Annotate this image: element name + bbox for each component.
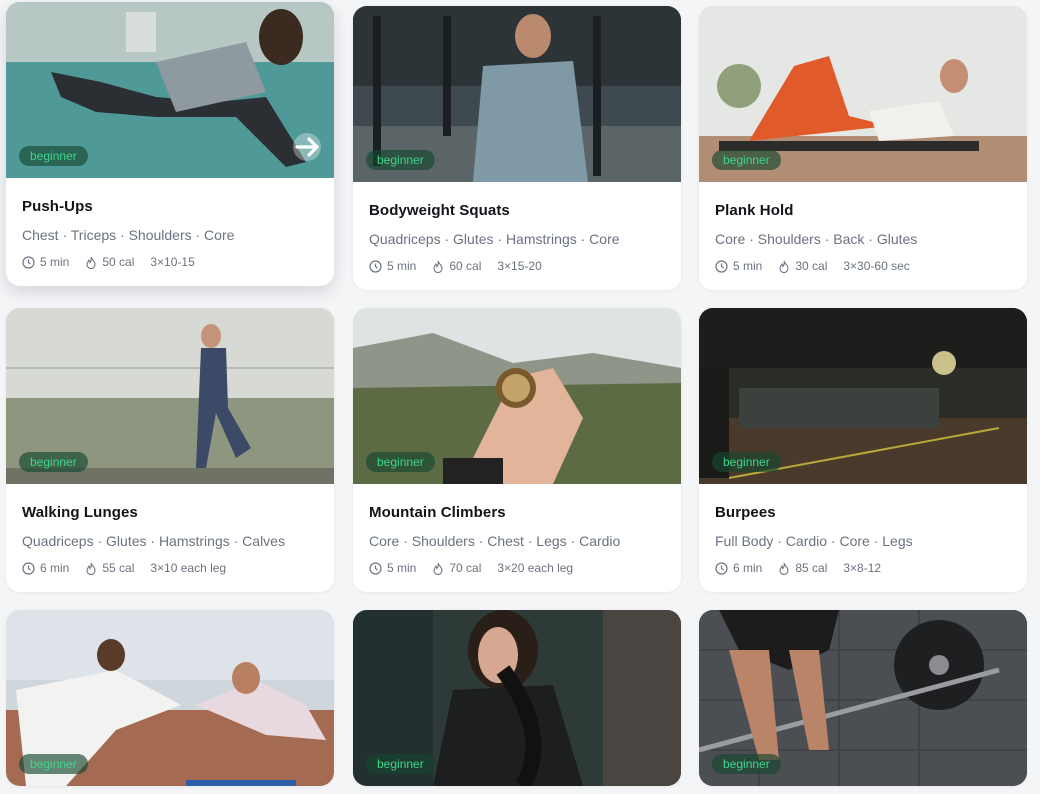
clock-icon (369, 259, 382, 273)
muscle-groups: Quadriceps · Glutes · Hamstrings · Calve… (22, 533, 285, 549)
muscle-groups: Chest · Triceps · Shoulders · Core (22, 227, 235, 243)
exercise-image: beginner (353, 308, 681, 484)
level-badge: beginner (712, 754, 781, 774)
exercise-image: beginner (6, 308, 334, 484)
exercise-card-battle-ropes[interactable]: beginner (353, 610, 681, 786)
exercise-image: beginner (699, 308, 1027, 484)
clock-icon (715, 259, 728, 273)
muscle-groups: Core · Shoulders · Chest · Legs · Cardio (369, 533, 621, 549)
exercise-card-plank-hold[interactable]: beginner Plank Hold Core · Shoulders · B… (699, 6, 1027, 290)
calories: 30 cal (795, 259, 828, 273)
exercise-image: beginner (6, 2, 334, 178)
exercise-title: Burpees (715, 504, 776, 521)
clock-icon (369, 561, 382, 575)
exercise-card-partner-pushups[interactable]: beginner (6, 610, 334, 786)
exercise-card-mountain-climbers[interactable]: beginner Mountain Climbers Core · Should… (353, 308, 681, 592)
exercise-card-burpees[interactable]: beginner Burpees Full Body · Cardio · Co… (699, 308, 1027, 592)
muscle-groups: Quadriceps · Glutes · Hamstrings · Core (369, 231, 620, 247)
exercise-image: beginner (6, 610, 334, 786)
open-arrow-button[interactable] (293, 133, 321, 161)
duration: 6 min (733, 561, 763, 575)
exercise-card-bodyweight-squats[interactable]: beginner Bodyweight Squats Quadriceps · … (353, 6, 681, 290)
clock-icon (715, 561, 728, 575)
duration: 5 min (40, 255, 70, 269)
exercise-meta: 6 min 55 cal 3×10 each leg (22, 561, 318, 575)
exercise-card-walking-lunges[interactable]: beginner Walking Lunges Quadriceps · Glu… (6, 308, 334, 592)
sets-reps: 3×8-12 (843, 561, 882, 575)
exercise-image: beginner (699, 610, 1027, 786)
flame-icon (433, 260, 443, 273)
duration: 5 min (733, 259, 763, 273)
exercise-title: Mountain Climbers (369, 504, 506, 521)
flame-icon (86, 256, 96, 269)
flame-icon (86, 562, 96, 575)
exercise-card-push-ups[interactable]: beginner Push-Ups Chest · Triceps · Shou… (6, 2, 334, 286)
level-badge: beginner (712, 452, 781, 472)
exercise-meta: 6 min 85 cal 3×8-12 (715, 561, 1011, 575)
level-badge: beginner (19, 754, 88, 774)
sets-reps: 3×10 each leg (150, 561, 227, 575)
exercise-image: beginner (353, 6, 681, 182)
flame-icon (433, 562, 443, 575)
duration: 6 min (40, 561, 70, 575)
calories: 85 cal (795, 561, 828, 575)
level-badge: beginner (366, 452, 435, 472)
clock-icon (22, 255, 35, 269)
level-badge: beginner (19, 452, 88, 472)
level-badge: beginner (366, 150, 435, 170)
exercise-image: beginner (353, 610, 681, 786)
exercise-card-deadlift[interactable]: beginner (699, 610, 1027, 786)
exercise-title: Walking Lunges (22, 504, 138, 521)
exercise-meta: 5 min 30 cal 3×30-60 sec (715, 259, 1011, 273)
level-badge: beginner (19, 146, 88, 166)
sets-reps: 3×20 each leg (497, 561, 574, 575)
exercise-title: Push-Ups (22, 198, 93, 215)
level-badge: beginner (366, 754, 435, 774)
sets-reps: 3×30-60 sec (843, 259, 910, 273)
flame-icon (779, 562, 789, 575)
arrow-right-icon (295, 137, 319, 157)
calories: 70 cal (449, 561, 482, 575)
sets-reps: 3×15-20 (497, 259, 542, 273)
exercise-image: beginner (699, 6, 1027, 182)
exercise-title: Plank Hold (715, 202, 794, 219)
exercise-meta: 5 min 70 cal 3×20 each leg (369, 561, 665, 575)
calories: 60 cal (449, 259, 482, 273)
calories: 50 cal (102, 255, 135, 269)
muscle-groups: Core · Shoulders · Back · Glutes (715, 231, 918, 247)
duration: 5 min (387, 561, 417, 575)
level-badge: beginner (712, 150, 781, 170)
exercise-meta: 5 min 60 cal 3×15-20 (369, 259, 665, 273)
exercise-meta: 5 min 50 cal 3×10-15 (22, 255, 318, 269)
exercise-title: Bodyweight Squats (369, 202, 510, 219)
muscle-groups: Full Body · Cardio · Core · Legs (715, 533, 913, 549)
sets-reps: 3×10-15 (150, 255, 195, 269)
calories: 55 cal (102, 561, 135, 575)
clock-icon (22, 561, 35, 575)
flame-icon (779, 260, 789, 273)
duration: 5 min (387, 259, 417, 273)
